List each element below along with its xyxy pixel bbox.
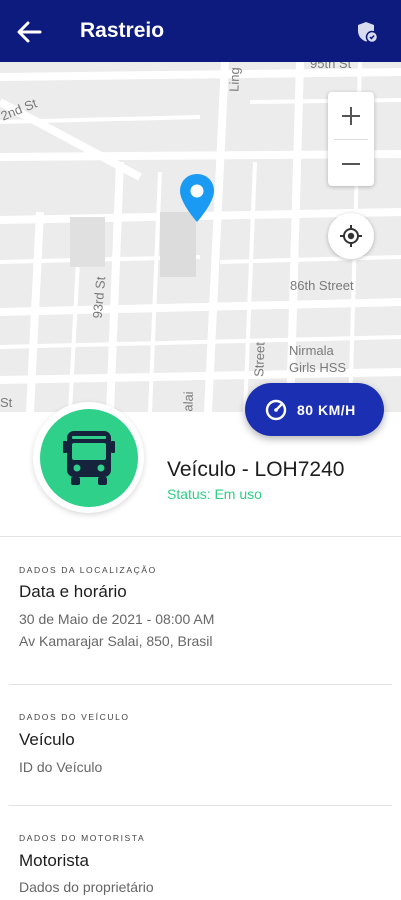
- vehicle-status: Status: Em uso: [167, 486, 262, 502]
- street-label: Street: [251, 341, 268, 378]
- section-caption: DADOS DA LOCALIZAÇÃO: [19, 565, 157, 575]
- shield-icon: [358, 22, 379, 44]
- plus-icon: [342, 106, 360, 125]
- section-title: Motorista: [19, 851, 89, 870]
- street-label: St: [0, 395, 13, 410]
- location-pin-icon[interactable]: [178, 172, 216, 224]
- street-label: 86th Street: [290, 278, 354, 293]
- owner-data: Dados do proprietário: [19, 879, 154, 895]
- zoom-in-button[interactable]: [328, 92, 374, 139]
- my-location-button[interactable]: [328, 213, 374, 259]
- speed-value: 80 KM/H: [297, 401, 356, 418]
- location-address: Av Kamarajar Salai, 850, Brasil: [19, 633, 213, 649]
- map-view[interactable]: 95th St 2nd St 93rd St 86th Street Stree…: [0, 62, 401, 412]
- street-label: Nirmala: [289, 343, 334, 358]
- vehicle-name: Veículo - LOH7240: [167, 458, 345, 481]
- crosshair-icon: [340, 225, 362, 247]
- location-datetime: 30 de Maio de 2021 - 08:00 AM: [19, 611, 215, 627]
- street-label: alai: [180, 391, 196, 412]
- zoom-out-button[interactable]: [328, 140, 374, 187]
- divider: [0, 536, 401, 537]
- speedometer-icon: [265, 399, 287, 420]
- zoom-controls: [328, 92, 374, 186]
- speed-indicator[interactable]: 80 KM/H: [245, 383, 384, 436]
- bus-icon: [62, 430, 115, 485]
- vehicle-id: ID do Veículo: [19, 759, 103, 775]
- section-caption: DADOS DO VEÍCULO: [19, 712, 130, 722]
- street-label: Ling: [226, 66, 243, 93]
- page-title: Rastreio: [80, 19, 165, 42]
- arrow-left-icon: [17, 21, 42, 43]
- section-title: Veículo: [19, 730, 75, 749]
- section-caption: DADOS DO MOTORISTA: [19, 833, 146, 843]
- section-title: Data e horário: [19, 582, 127, 601]
- vehicle-avatar: [33, 402, 144, 513]
- divider: [9, 805, 392, 806]
- shield-button[interactable]: [355, 20, 379, 44]
- divider: [9, 684, 392, 685]
- back-button[interactable]: [14, 17, 44, 47]
- app-header: Rastreio: [0, 0, 401, 62]
- street-label: Girls HSS: [289, 360, 347, 375]
- street-label: 95th St: [310, 62, 352, 71]
- minus-icon: [342, 162, 360, 165]
